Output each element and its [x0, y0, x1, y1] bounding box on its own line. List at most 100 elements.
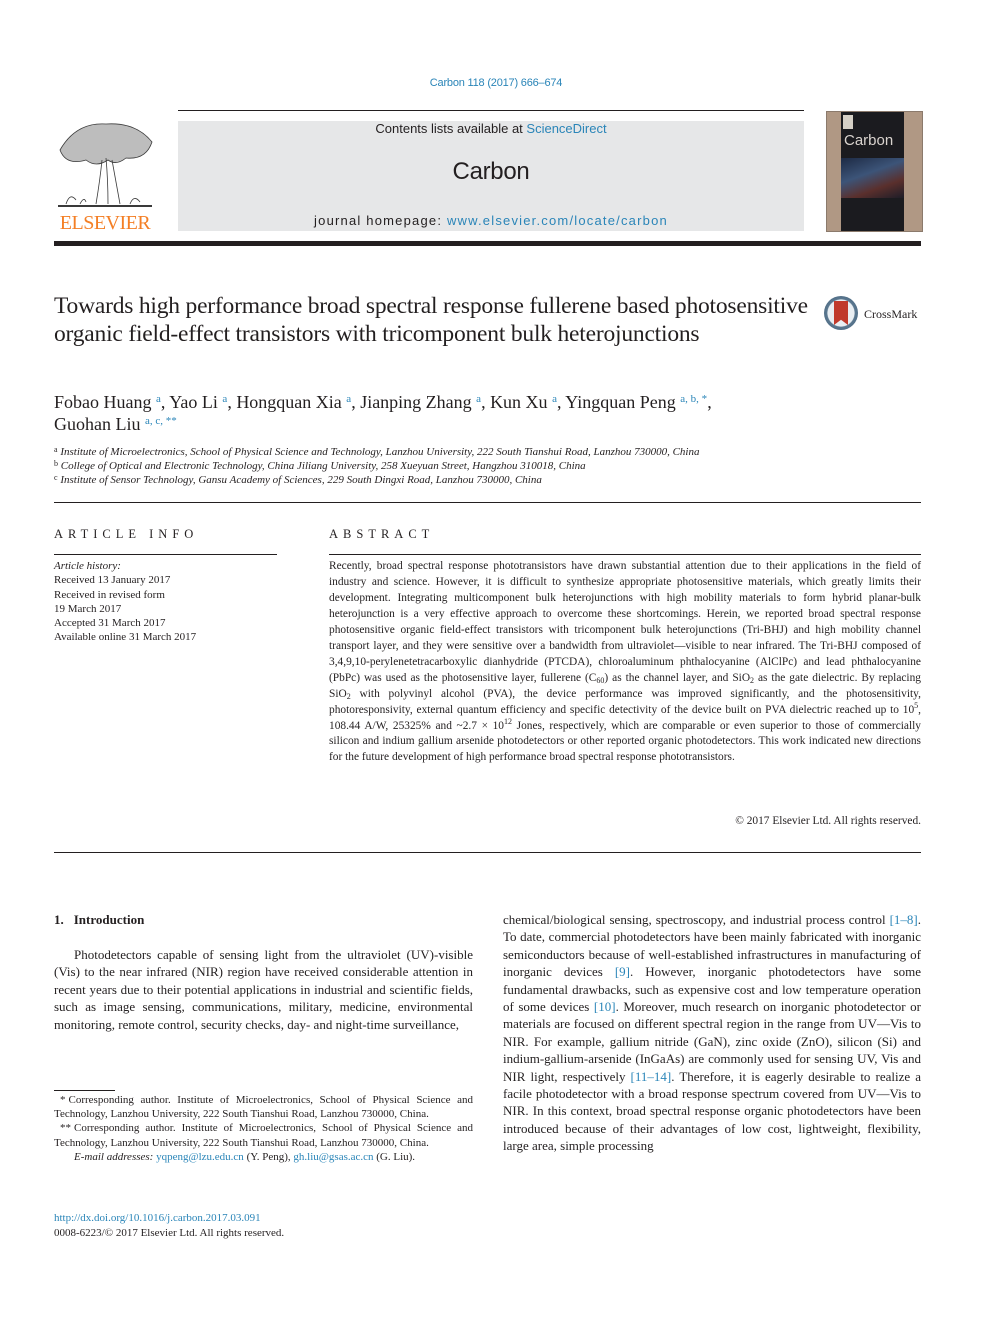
article-history-label: Article history: [54, 560, 121, 572]
email-label: E-mail addresses: [74, 1150, 154, 1163]
email-link-peng[interactable]: yqpeng@lzu.edu.cn [156, 1151, 244, 1163]
footnote-rule [54, 1090, 115, 1091]
author-name[interactable]: Yingquan Peng [565, 392, 676, 412]
author-affiliation-mark[interactable]: a [552, 393, 557, 405]
author-affiliation-mark[interactable]: a [476, 393, 481, 405]
author[interactable]: Kun Xu a [490, 392, 557, 412]
abstract-copyright: © 2017 Elsevier Ltd. All rights reserved… [735, 815, 921, 827]
doi-block: http://dx.doi.org/10.1016/j.carbon.2017.… [54, 1211, 473, 1240]
author-name[interactable]: Fobao Huang [54, 392, 152, 412]
citation-link[interactable]: [10] [594, 999, 616, 1014]
email-owner: (Y. Peng), [243, 1150, 294, 1163]
author[interactable]: Yao Li a [169, 392, 227, 412]
section-divider [54, 502, 921, 503]
abstract-superscript: 12 [504, 716, 513, 726]
introduction-heading: 1. Introduction [54, 912, 144, 928]
elsevier-tree-icon [58, 123, 153, 207]
abstract-run: Recently, broad spectral response photot… [329, 560, 921, 684]
history-line: Received 13 January 2017 [54, 574, 171, 587]
affiliation-text: College of Optical and Electronic Techno… [60, 460, 586, 472]
article-title: Towards high performance broad spectral … [54, 293, 808, 347]
journal-cover-image[interactable]: Carbon [826, 111, 923, 232]
elsevier-wordmark: ELSEVIER [59, 212, 151, 234]
email-owner: (G. Liu). [373, 1150, 416, 1163]
abstract-text: Recently, broad spectral response photot… [329, 559, 921, 766]
footnotes: * Corresponding author. Institute of Micr… [54, 1093, 473, 1164]
affiliation-mark: a [54, 445, 58, 454]
author[interactable]: Yingquan Peng a, b, * [565, 392, 707, 412]
affiliation: a Institute of Microelectronics, School … [54, 445, 914, 459]
abstract-run: ) as the channel layer, and SiO [604, 671, 751, 684]
header-thick-rule [54, 241, 921, 246]
abstract-rule [329, 554, 921, 555]
author-name[interactable]: Kun Xu [490, 392, 548, 412]
journal-citation-link[interactable]: Carbon 118 (2017) 666–674 [0, 77, 992, 89]
journal-homepage-line: journal homepage: www.elsevier.com/locat… [178, 213, 804, 228]
abstract-heading: ABSTRACT [329, 527, 435, 541]
citation-link[interactable]: [9] [615, 964, 630, 979]
introduction-paragraph-right: chemical/biological sensing, spectroscop… [503, 911, 921, 1155]
affiliation: c Institute of Sensor Technology, Gansu … [54, 473, 914, 487]
author-affiliation-mark[interactable]: a, b, * [680, 393, 707, 405]
author-affiliation-mark[interactable]: a [346, 393, 351, 405]
footnote-text: Corresponding author. Institute of Micro… [54, 1122, 473, 1149]
issn-copyright: 0008-6223/© 2017 Elsevier Ltd. All right… [54, 1226, 285, 1239]
author-affiliation-mark[interactable]: a [156, 393, 161, 405]
author[interactable]: Hongquan Xia a [236, 392, 351, 412]
history-line: 19 March 2017 [54, 602, 122, 615]
history-line: Accepted 31 March 2017 [54, 617, 166, 630]
author[interactable]: Guohan Liu a, c, ** [54, 414, 177, 434]
author-affiliation-mark[interactable]: a [222, 393, 227, 405]
affiliation-list: a Institute of Microelectronics, School … [54, 445, 914, 487]
citation-link[interactable]: [1–8] [890, 912, 918, 927]
affiliation: b College of Optical and Electronic Tech… [54, 459, 914, 473]
affiliation-mark: c [54, 473, 58, 482]
journal-homepage-link[interactable]: www.elsevier.com/locate/carbon [447, 213, 668, 228]
history-line: Available online 31 March 2017 [54, 631, 197, 644]
section-divider [54, 852, 921, 853]
crossmark-label: CrossMark [864, 307, 918, 321]
footnote-mark: * [60, 1094, 66, 1106]
history-line: Received in revised form [54, 588, 165, 601]
footnote-corresponding-author-2: ** Corresponding author. Institute of Mic… [54, 1121, 473, 1149]
contents-available-line: Contents lists available at ScienceDirec… [178, 121, 804, 136]
abstract-run: with polyvinyl alcohol (PVA), the device… [329, 687, 921, 716]
article-history: Article history: Received 13 January 201… [54, 559, 279, 645]
footnote-mark: ** [60, 1122, 71, 1135]
journal-name: Carbon [452, 158, 530, 185]
author-name[interactable]: Jianping Zhang [360, 392, 471, 412]
footnote-text: Corresponding author. Institute of Micro… [54, 1094, 473, 1121]
email-link-liu[interactable]: gh.liu@gsas.ac.cn [293, 1151, 373, 1163]
author[interactable]: Jianping Zhang a [360, 392, 481, 412]
cover-title: Carbon [844, 132, 894, 149]
sciencedirect-link[interactable]: ScienceDirect [526, 121, 606, 136]
header-top-rule [178, 110, 804, 111]
introduction-paragraph-left: Photodetectors capable of sensing light … [54, 947, 473, 1032]
contents-prefix: Contents lists available at [375, 121, 527, 136]
section-number: 1. [54, 912, 64, 927]
cover-artwork [841, 158, 904, 198]
journal-masthead: Contents lists available at ScienceDirec… [178, 121, 804, 231]
author-name[interactable]: Yao Li [169, 392, 218, 412]
citation-link[interactable]: [11–14] [631, 1069, 672, 1084]
author[interactable]: Fobao Huang a [54, 392, 161, 412]
homepage-prefix: journal homepage: [314, 213, 447, 228]
elsevier-logo[interactable]: ELSEVIER [54, 120, 156, 234]
affiliation-text: Institute of Sensor Technology, Gansu Ac… [60, 474, 542, 486]
section-title: Introduction [73, 912, 145, 927]
paragraph-run: chemical/biological sensing, spectroscop… [503, 912, 890, 927]
crossmark-button[interactable]: CrossMark [824, 296, 924, 336]
cover-panel: Carbon [841, 112, 904, 231]
article-info-rule [54, 554, 277, 555]
footnote-corresponding-author-1: * Corresponding author. Institute of Micr… [54, 1093, 473, 1121]
article-info-heading: ARTICLE INFO [54, 527, 199, 541]
doi-link[interactable]: http://dx.doi.org/10.1016/j.carbon.2017.… [54, 1212, 261, 1224]
author-name[interactable]: Guohan Liu [54, 414, 140, 434]
cover-elsevier-badge-icon [843, 115, 853, 129]
email-addresses: E-mail addresses: yqpeng@lzu.edu.cn (Y. … [54, 1150, 473, 1164]
author-name[interactable]: Hongquan Xia [236, 392, 341, 412]
author-affiliation-mark[interactable]: a, c, ** [145, 415, 177, 427]
affiliation-mark: b [54, 459, 58, 468]
affiliation-text: Institute of Microelectronics, School of… [60, 446, 700, 458]
author-list: Fobao Huang a, Yao Li a, Hongquan Xia a,… [54, 392, 712, 434]
